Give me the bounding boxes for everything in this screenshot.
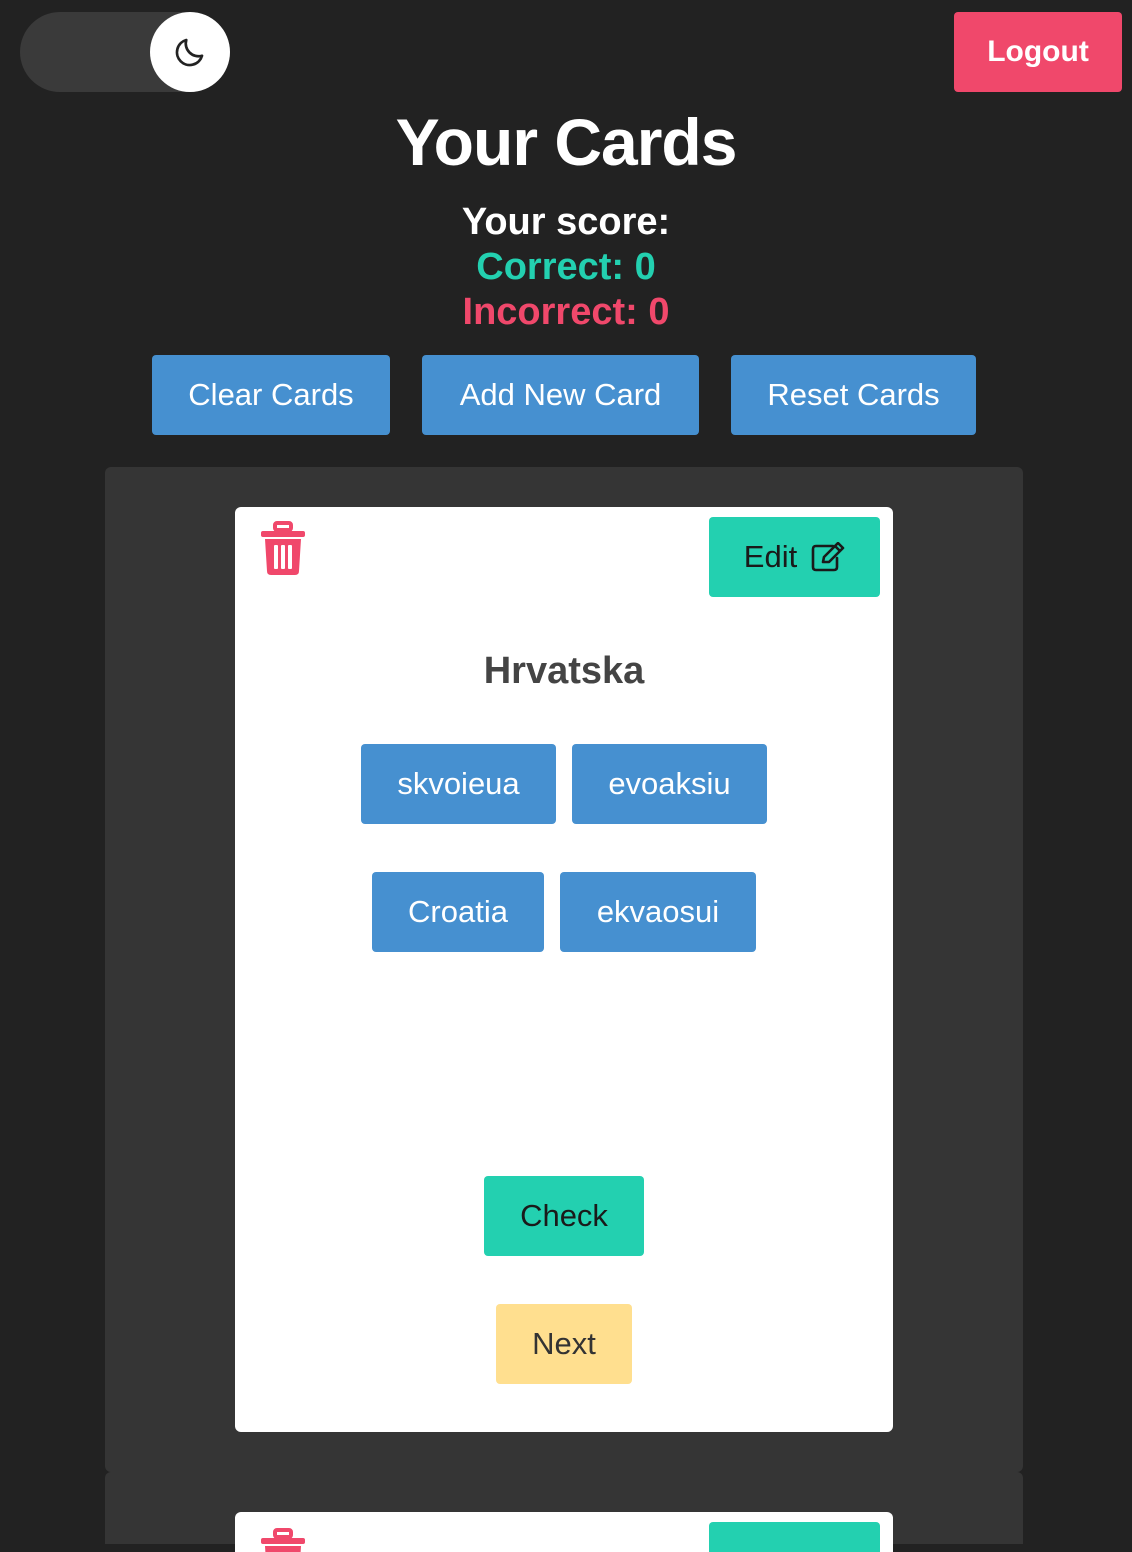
trash-icon <box>261 1528 305 1552</box>
edit-card-button[interactable] <box>709 1522 880 1552</box>
score-panel: Your score: Correct: 0 Incorrect: 0 <box>0 200 1132 335</box>
option-button[interactable]: evoaksiu <box>572 744 767 824</box>
option-button[interactable]: ekvaosui <box>560 872 756 952</box>
card-term: Hrvatska <box>483 650 645 692</box>
logout-button[interactable]: Logout <box>954 12 1122 92</box>
score-label: Your score: <box>461 201 671 243</box>
check-button[interactable]: Check <box>484 1176 644 1256</box>
next-button[interactable]: Next <box>496 1304 632 1384</box>
edit-card-button[interactable]: Edit <box>709 517 880 597</box>
add-new-card-button[interactable]: Add New Card <box>422 355 699 435</box>
flashcard: Edit Hrvatska skvoieua evoaksiu Croatia … <box>235 507 893 1432</box>
trash-icon <box>261 521 305 575</box>
option-button[interactable]: skvoieua <box>361 744 556 824</box>
option-button[interactable]: Croatia <box>372 872 544 952</box>
correct-count: Correct: 0 <box>476 246 656 288</box>
moon-icon <box>175 38 204 67</box>
page-title: Your Cards <box>395 105 738 179</box>
theme-toggle[interactable] <box>20 12 230 92</box>
clear-cards-button[interactable]: Clear Cards <box>152 355 390 435</box>
flashcard <box>235 1512 893 1552</box>
card-panel: Edit Hrvatska skvoieua evoaksiu Croatia … <box>105 467 1023 1472</box>
delete-card-button[interactable] <box>259 1528 307 1552</box>
theme-toggle-knob[interactable] <box>150 12 230 92</box>
reset-cards-button[interactable]: Reset Cards <box>731 355 976 435</box>
delete-card-button[interactable] <box>259 521 307 577</box>
incorrect-count: Incorrect: 0 <box>462 291 670 333</box>
edit-icon <box>811 542 845 572</box>
edit-label: Edit <box>743 539 798 574</box>
card-panel <box>105 1472 1023 1552</box>
